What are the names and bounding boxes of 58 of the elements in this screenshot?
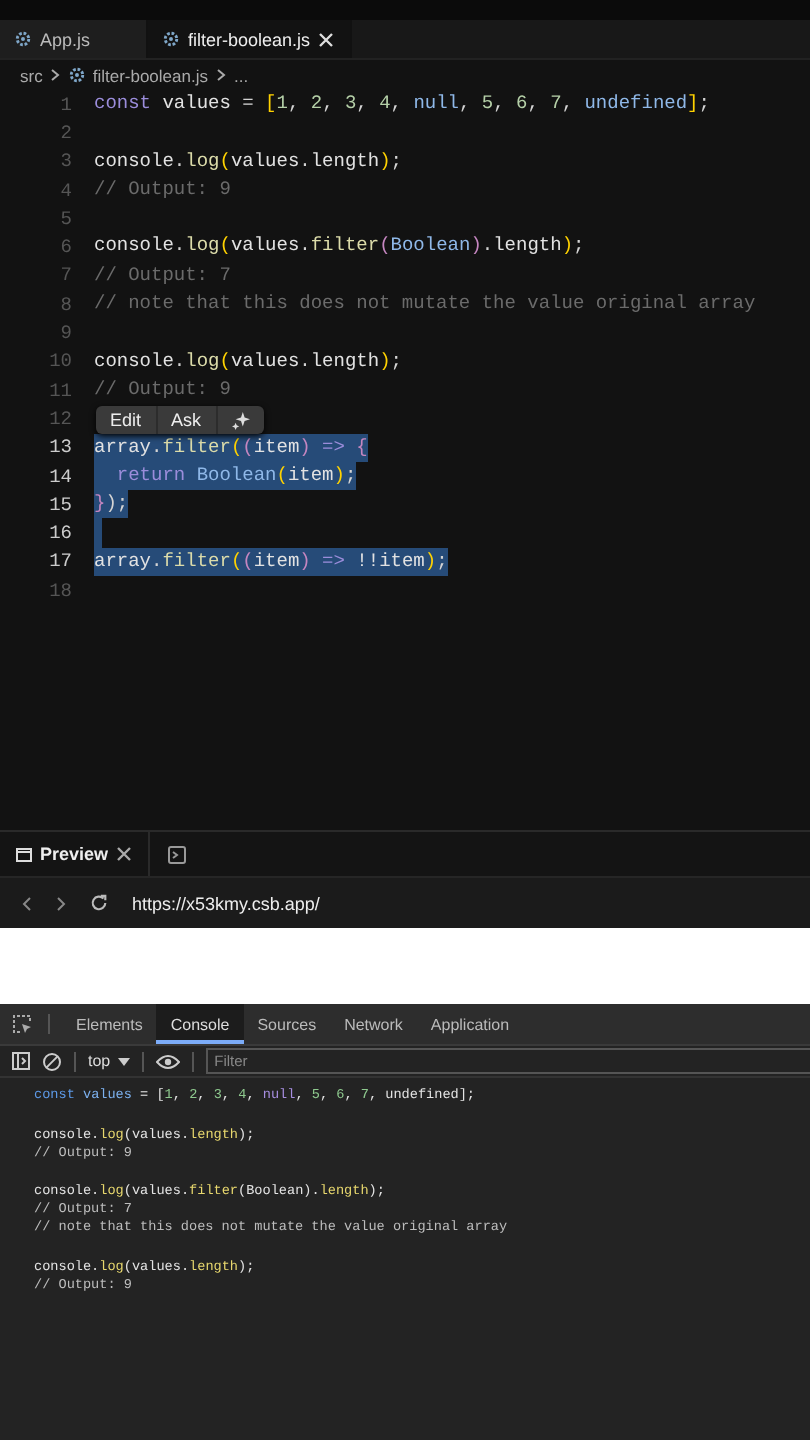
line-number: 11 bbox=[47, 379, 74, 402]
line-number: 13 bbox=[47, 436, 74, 459]
preview-tab[interactable]: Preview bbox=[0, 832, 151, 876]
line-number: 10 bbox=[47, 350, 74, 373]
line-number: 9 bbox=[58, 322, 74, 345]
sidebar-icon[interactable] bbox=[12, 1052, 30, 1070]
line-number: 1 bbox=[58, 93, 74, 116]
devtools-tab[interactable]: Application bbox=[416, 1004, 524, 1044]
line-number: 8 bbox=[58, 293, 74, 316]
line-number: 12 bbox=[47, 407, 74, 430]
code-line: const values = [1, 2, 3, 4, null, 5, 6, 7, undefined]; bbox=[94, 90, 710, 118]
eye-icon[interactable] bbox=[156, 1053, 181, 1069]
devtools-tab[interactable]: Console bbox=[156, 1004, 244, 1044]
popup-button[interactable]: Edit bbox=[96, 406, 158, 434]
code-line: // Output: 9 bbox=[94, 375, 231, 404]
caret-icon bbox=[118, 1057, 131, 1065]
line-number: 4 bbox=[58, 179, 74, 202]
devtools-tab[interactable]: Elements bbox=[62, 1004, 157, 1044]
gear-icon bbox=[68, 66, 87, 84]
line-number: 18 bbox=[47, 579, 74, 602]
code-line: // Output: 9 bbox=[94, 175, 231, 204]
breadcrumb-item[interactable]: ... bbox=[233, 65, 249, 85]
inspect-icon[interactable] bbox=[12, 1014, 32, 1034]
context-dropdown[interactable]: top bbox=[88, 1052, 131, 1070]
editor-tab[interactable]: App.js bbox=[0, 20, 148, 58]
code-line: console.log(values.filter(Boolean).length); bbox=[94, 232, 585, 261]
line-number: 15 bbox=[47, 493, 74, 516]
editor-tab[interactable]: filter-boolean.js bbox=[148, 20, 353, 58]
popup-button[interactable]: Ask bbox=[157, 406, 218, 434]
url-field[interactable]: https://x53kmy.csb.app/ bbox=[132, 893, 320, 913]
gear-icon bbox=[162, 30, 180, 48]
line-number: 14 bbox=[47, 465, 74, 487]
chevron-icon bbox=[50, 68, 61, 82]
line-number: 17 bbox=[47, 550, 74, 573]
forward-icon[interactable] bbox=[56, 895, 66, 911]
line-number: 7 bbox=[58, 264, 74, 287]
sparkle-icon[interactable] bbox=[231, 411, 250, 429]
line-number: 3 bbox=[58, 150, 74, 173]
code-line: // note that this does not mutate the value original array bbox=[94, 290, 756, 319]
back-icon[interactable] bbox=[22, 895, 32, 911]
line-number: 5 bbox=[58, 207, 74, 230]
window-icon bbox=[16, 847, 32, 861]
devtools-tab[interactable]: Sources bbox=[243, 1004, 331, 1044]
line-number: 6 bbox=[58, 236, 74, 259]
breadcrumb-item[interactable]: filter-boolean.js bbox=[68, 65, 208, 85]
line-number: 2 bbox=[58, 121, 74, 144]
reload-icon[interactable] bbox=[90, 894, 108, 912]
code-line: console.log(values.length); bbox=[94, 347, 402, 376]
gear-icon bbox=[14, 30, 32, 48]
chevron-icon bbox=[215, 68, 226, 82]
clear-icon[interactable] bbox=[42, 1051, 62, 1071]
code-line: // Output: 7 bbox=[94, 261, 231, 290]
breadcrumb-item[interactable]: src bbox=[20, 65, 43, 85]
devtools-tab[interactable]: Network bbox=[330, 1004, 417, 1044]
line-number: 16 bbox=[47, 522, 74, 545]
terminal-icon[interactable] bbox=[168, 845, 187, 863]
close-icon[interactable] bbox=[116, 846, 133, 862]
code-line: console.log(values.length); bbox=[94, 147, 402, 176]
